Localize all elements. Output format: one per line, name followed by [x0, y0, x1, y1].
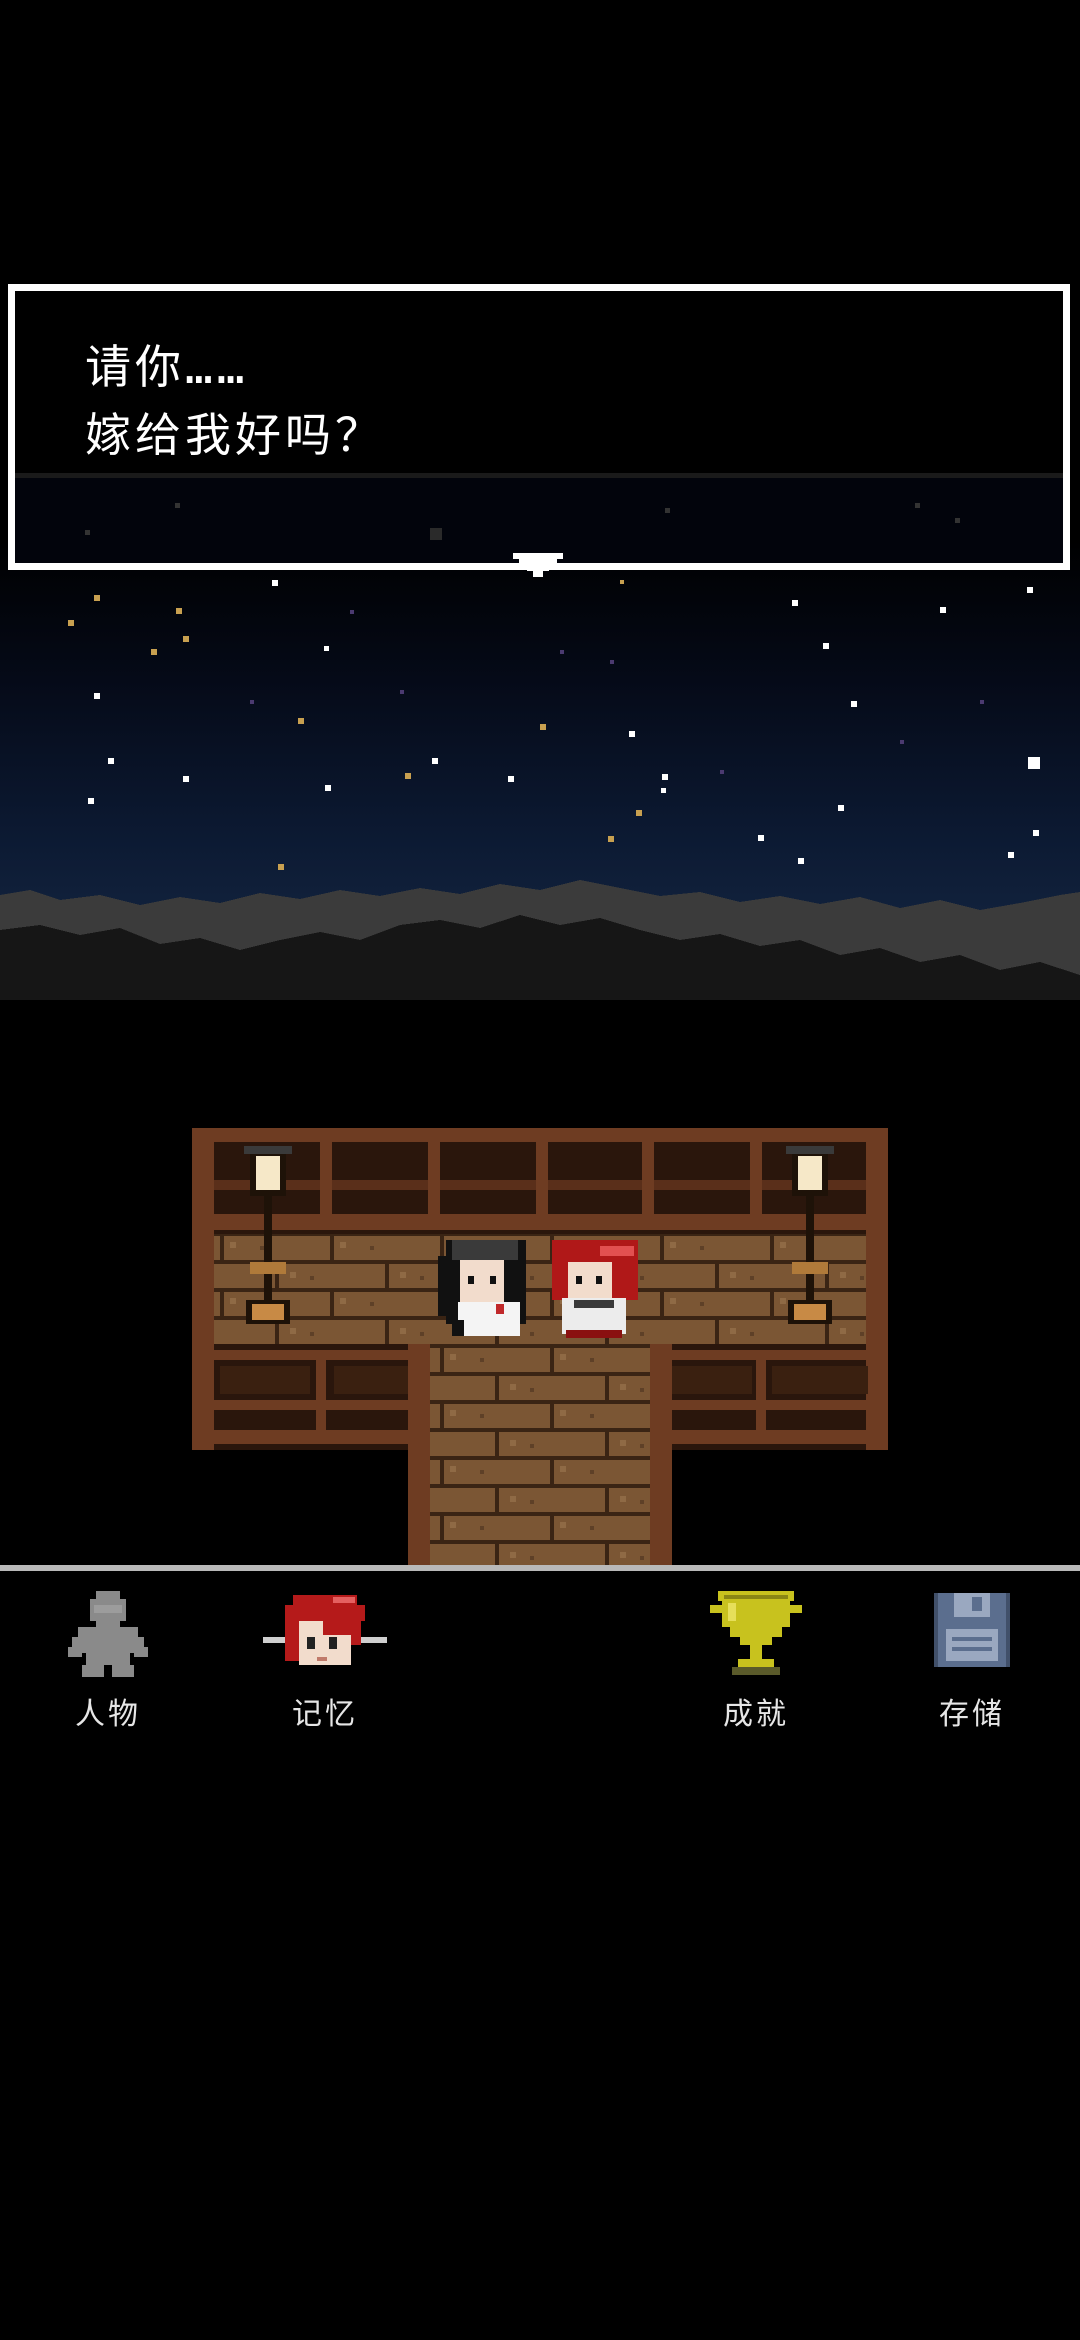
menu-save-label: 存储: [939, 1697, 1005, 1732]
dialog-lower-panel: [15, 473, 1063, 563]
floppy-disk-icon: [897, 1591, 1047, 1681]
dialog-box[interactable]: 请你…… 嫁给我好吗？: [8, 284, 1070, 570]
game-screen: 请你…… 嫁给我好吗？ 人物 记忆 成就 存储: [0, 0, 1080, 2340]
menu-memory-button[interactable]: 记忆: [250, 1591, 400, 1732]
dialog-next-arrow-icon[interactable]: [513, 553, 563, 581]
scene-canvas: [0, 540, 1080, 1565]
dialog-line-1: 请你……: [85, 340, 249, 394]
menu-people-button[interactable]: 人物: [33, 1591, 183, 1732]
person-silhouette-icon: [33, 1591, 183, 1681]
dialog-line-2: 嫁给我好吗？: [85, 408, 385, 462]
bottom-menu: 人物 记忆 成就 存储: [0, 1571, 1080, 1732]
night-sky: [0, 540, 1080, 940]
menu-save-button[interactable]: 存储: [897, 1591, 1047, 1732]
game-scene[interactable]: [0, 0, 1080, 1565]
menu-people-label: 人物: [75, 1697, 141, 1732]
trophy-icon: [681, 1591, 831, 1681]
menu-achievements-label: 成就: [723, 1697, 789, 1732]
black-haired-girl-sprite[interactable]: [438, 1240, 526, 1336]
menu-achievements-button[interactable]: 成就: [681, 1591, 831, 1732]
red-haired-boy-sprite[interactable]: [552, 1240, 638, 1338]
menu-memory-label: 记忆: [292, 1697, 358, 1732]
red-haired-face-icon: [250, 1591, 400, 1681]
